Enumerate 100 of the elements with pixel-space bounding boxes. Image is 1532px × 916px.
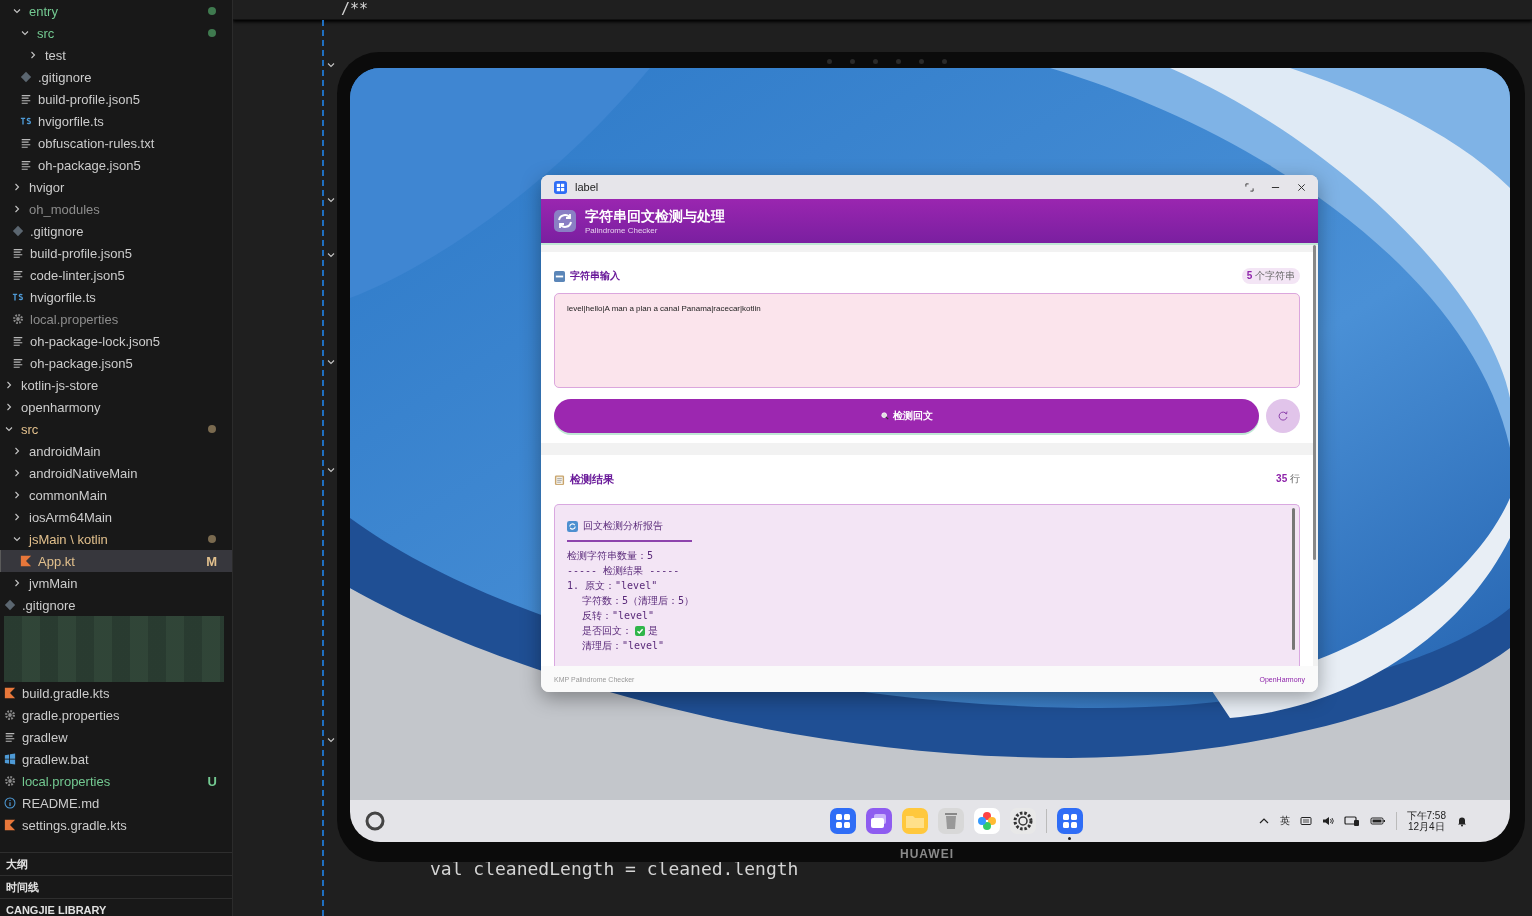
tree-item[interactable]: build-profile.json5	[0, 88, 232, 110]
scrollbar[interactable]	[1313, 245, 1316, 560]
tree-item[interactable]: local.properties U	[0, 770, 232, 792]
panel-header[interactable]: CANGJIE LIBRARY	[0, 899, 232, 916]
panel-header[interactable]: 时间线	[0, 876, 232, 899]
tree-item[interactable]: hvigorfile.ts	[0, 286, 232, 308]
git-diamond-icon	[4, 599, 16, 611]
input-field[interactable]: level|hello|A man a plan a canal Panama|racecar|kotlin	[554, 293, 1300, 388]
section-title: 字符串输入	[570, 269, 620, 283]
tree-item[interactable]: App.kt M	[0, 550, 232, 572]
tree-item[interactable]: build-profile.json5	[0, 242, 232, 264]
reset-button[interactable]	[1266, 399, 1300, 433]
tree-item[interactable]: oh-package-lock.json5	[0, 330, 232, 352]
app-grid-app-icon[interactable]	[1057, 808, 1084, 834]
tree-item[interactable]: gradlew.bat	[0, 748, 232, 770]
fold-chevron-icon[interactable]	[326, 735, 336, 745]
multiwindow-app-icon[interactable]	[866, 808, 893, 834]
keyboard-icon[interactable]	[1299, 815, 1312, 827]
app-grid-icon	[554, 180, 567, 194]
app-title: 字符串回文检测与处理	[585, 207, 725, 226]
tree-item[interactable]: build.gradle.kts	[0, 682, 232, 704]
report-value: 是	[648, 624, 658, 638]
text-lines-icon	[12, 357, 24, 369]
report-line: 检测字符串数量：5	[567, 549, 655, 563]
tree-item[interactable]: .gitignore	[0, 220, 232, 242]
fold-chevron-icon[interactable]	[326, 250, 336, 260]
report-line: 清理后："level"	[581, 639, 666, 653]
tree-item[interactable]: local.properties	[0, 308, 232, 330]
tree-item[interactable]: commonMain	[0, 484, 232, 506]
tree-item[interactable]: kotlin-js-store	[0, 374, 232, 396]
tree-item[interactable]: gradle.properties	[0, 704, 232, 726]
settings-app-icon[interactable]	[1010, 808, 1037, 834]
tree-item[interactable]: oh-package.json5	[0, 352, 232, 374]
kotlin-k-icon	[20, 555, 32, 567]
tree-item[interactable]: src	[0, 22, 232, 44]
input-method-indicator[interactable]: 英	[1279, 814, 1290, 828]
tree-item[interactable]: hvigor	[0, 176, 232, 198]
text-lines-icon	[12, 269, 24, 281]
windows-logo-icon	[4, 753, 16, 765]
git-status-letter: U	[207, 773, 217, 789]
tree-item[interactable]: README.md	[0, 792, 232, 814]
ts-file-icon	[20, 115, 32, 127]
tree-item[interactable]: iosArm64Main	[0, 506, 232, 528]
fold-chevron-icon[interactable]	[326, 357, 336, 367]
text-lines-icon	[20, 93, 32, 105]
text-lines-icon	[12, 247, 24, 259]
tree-item[interactable]: obfuscation-rules.txt	[0, 132, 232, 154]
tree-item[interactable]: settings.gradle.kts	[0, 814, 232, 836]
text-lines-icon	[4, 731, 16, 743]
gear-icon	[4, 709, 16, 721]
fold-chevron-icon[interactable]	[326, 465, 336, 475]
close-icon[interactable]	[1297, 182, 1306, 192]
tree-item[interactable]: openharmony	[0, 396, 232, 418]
refresh-arrows-icon	[567, 520, 578, 532]
monitor-icon[interactable]	[1343, 815, 1360, 827]
fold-chevron-icon[interactable]	[326, 195, 336, 205]
tree-item[interactable]: code-linter.json5	[0, 264, 232, 286]
report-line: 反转："level"	[581, 609, 656, 623]
tree-item[interactable]: test	[0, 44, 232, 66]
panel-header[interactable]: 大纲	[0, 853, 232, 876]
tree-item[interactable]: androidNativeMain	[0, 462, 232, 484]
tree-item[interactable]: hvigorfile.ts	[0, 110, 232, 132]
tree-item[interactable]: jvmMain	[0, 572, 232, 594]
clock-date: 12月4日	[1407, 821, 1445, 832]
gear-icon	[12, 313, 24, 325]
git-diamond-icon	[20, 71, 32, 83]
refresh-arrows-icon	[554, 210, 576, 232]
bell-icon[interactable]	[1456, 815, 1468, 827]
check-button[interactable]: 检测回文	[554, 399, 1259, 433]
line-count: 35 行	[1276, 472, 1300, 486]
tree-item[interactable]: oh-package.json5	[0, 154, 232, 176]
text-lines-icon	[12, 335, 24, 347]
report-line: 1. 原文："level"	[567, 579, 659, 593]
tree-item[interactable]: entry	[0, 0, 232, 22]
tree-item[interactable]: .gitignore	[0, 66, 232, 88]
refresh-icon	[1277, 410, 1289, 422]
gallery-app-icon[interactable]	[974, 808, 1001, 834]
tree-item[interactable]: src	[0, 418, 232, 440]
clock[interactable]: 下午7:58 12月4日	[1406, 810, 1446, 832]
app-grid-app-icon[interactable]	[830, 808, 857, 834]
tree-item[interactable]: oh_modules	[0, 198, 232, 220]
count-badge: 5 个字符串	[1241, 268, 1300, 284]
restore-icon[interactable]	[1245, 182, 1254, 192]
search-icon	[880, 412, 889, 420]
speaker-icon[interactable]	[1321, 815, 1334, 827]
battery-icon	[1369, 815, 1386, 827]
git-status-letter: M	[206, 553, 217, 569]
trash-app-icon[interactable]	[938, 808, 965, 834]
tree-item[interactable]: androidMain	[0, 440, 232, 462]
fold-chevron-icon[interactable]	[326, 60, 336, 70]
clipboard-icon	[554, 473, 565, 485]
git-diamond-icon	[12, 225, 24, 237]
section-title: 检测结果	[570, 471, 614, 487]
scrollbar[interactable]	[1292, 508, 1295, 650]
tree-item[interactable]: .gitignore	[0, 594, 232, 616]
tree-item[interactable]: jsMain \ kotlin	[0, 528, 232, 550]
ring-icon[interactable]	[364, 810, 386, 832]
report-label: 是否回文：	[582, 624, 632, 638]
info-icon	[4, 797, 16, 809]
tree-item[interactable]: gradlew	[0, 726, 232, 748]
